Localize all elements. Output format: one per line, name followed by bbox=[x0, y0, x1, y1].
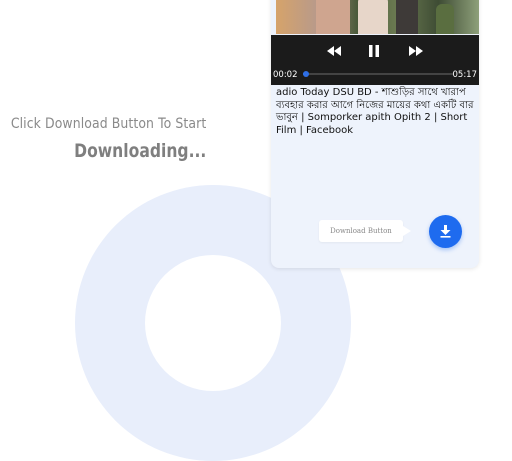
video-title: adio Today DSU BD - শাশুড়ির সাথে খারাপ … bbox=[276, 87, 474, 136]
video-card: 00:02 05:17 adio Today DSU BD - শাশুড়ির… bbox=[271, 0, 479, 268]
download-button[interactable] bbox=[429, 215, 462, 248]
background-circle-inner bbox=[145, 255, 281, 391]
instruction-line-1: Click Download Button To Start bbox=[10, 116, 206, 132]
seek-bar-handle[interactable] bbox=[303, 71, 309, 77]
video-background-foliage bbox=[436, 4, 454, 34]
current-time: 00:02 bbox=[273, 70, 298, 80]
duration-time: 05:17 bbox=[452, 70, 478, 80]
instruction-text: Click Download Button To Start Downloadi… bbox=[0, 116, 206, 162]
video-person-2 bbox=[358, 0, 388, 34]
download-tooltip: Download Button bbox=[319, 220, 411, 242]
video-player-controls: 00:02 05:17 bbox=[271, 35, 479, 85]
rewind-icon[interactable] bbox=[327, 45, 341, 60]
download-icon bbox=[440, 225, 451, 238]
pause-icon[interactable] bbox=[369, 45, 379, 60]
fast-forward-icon[interactable] bbox=[409, 45, 423, 60]
instruction-line-2: Downloading... bbox=[73, 140, 206, 162]
seek-bar[interactable] bbox=[303, 71, 453, 77]
video-person-1 bbox=[316, 0, 350, 34]
video-thumbnail[interactable] bbox=[276, 0, 479, 34]
video-person-3 bbox=[396, 0, 418, 34]
